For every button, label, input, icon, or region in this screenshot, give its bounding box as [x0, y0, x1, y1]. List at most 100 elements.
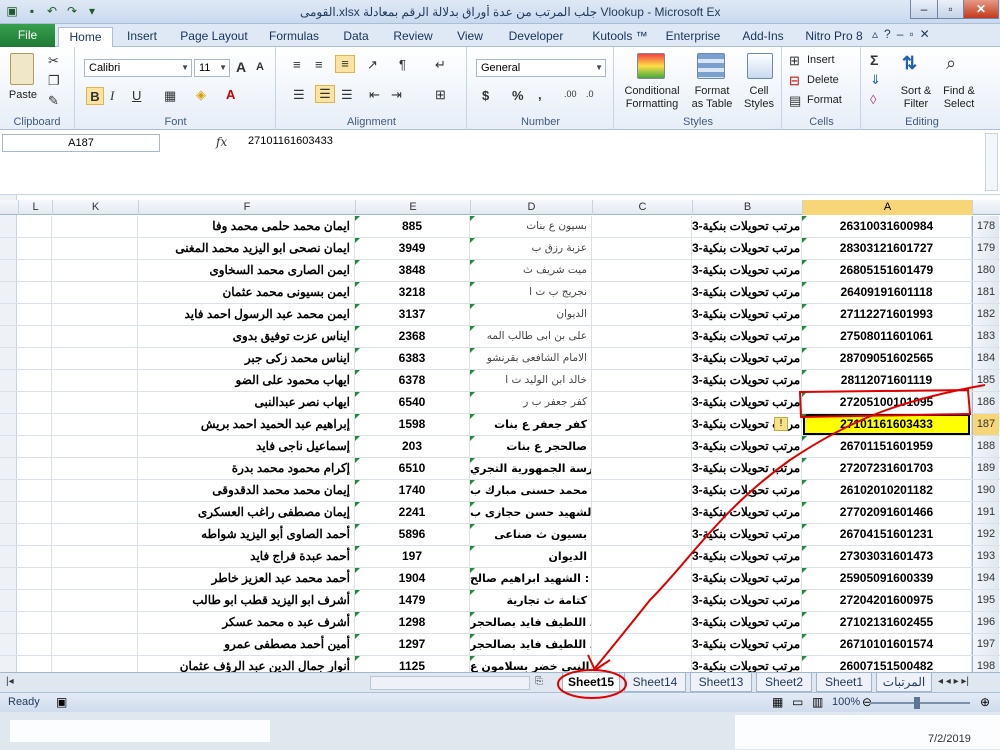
increase-indent-icon[interactable]: ⇥ [391, 87, 402, 103]
clear-icon[interactable]: ◊ [870, 92, 876, 107]
fill-color-icon[interactable]: ◈ [196, 87, 206, 103]
merge-center-icon[interactable]: ⊞ [435, 87, 446, 103]
cell-l[interactable] [18, 502, 52, 523]
cell-c[interactable] [592, 238, 692, 259]
row-header[interactable]: 188 [972, 436, 999, 457]
tab-page-layout[interactable]: Page Layout [174, 27, 254, 47]
column-header-k[interactable]: K [52, 200, 138, 215]
cell-f[interactable]: إيمان مصطفى راغب العسكرى [138, 502, 355, 523]
cell-b[interactable]: 3-مرتب تحويلات بنكية [692, 282, 802, 303]
cell-b[interactable]: 3-مرتب تحويلات بنكية [692, 634, 802, 655]
delete-cells-icon[interactable]: ⊟ [789, 73, 800, 89]
formula-bar-expand[interactable] [985, 133, 998, 191]
row-header[interactable]: 191 [972, 502, 999, 523]
conditional-formatting-button[interactable]: Conditional [617, 85, 687, 97]
zoom-level[interactable]: 100% [832, 696, 860, 708]
cell-a[interactable]: 26805151601479 [802, 260, 972, 281]
cell-d[interactable]: عبد اللطيف فايد بصالحجر [470, 634, 592, 655]
tab-data[interactable]: Data [336, 27, 376, 47]
cell-e[interactable]: 6540 [355, 392, 470, 413]
close-button[interactable]: ✕ [963, 0, 999, 19]
cell-c[interactable] [592, 282, 692, 303]
row-header[interactable]: 183 [972, 326, 999, 347]
row-header[interactable]: 182 [972, 304, 999, 325]
cell-e[interactable]: 1904 [355, 568, 470, 589]
maximize-button[interactable]: ▫ [937, 0, 964, 19]
cell-e[interactable]: 1598 [355, 414, 470, 435]
cell-d[interactable]: صالحجر ع بنات [470, 436, 592, 457]
cell-d[interactable]: على بن ابى طالب المه [470, 326, 592, 347]
cell-l[interactable] [18, 282, 52, 303]
cell-c[interactable] [592, 524, 692, 545]
currency-button[interactable]: $ [482, 88, 489, 103]
row-header[interactable]: 189 [972, 458, 999, 479]
cell-f[interactable]: ايمن محمد عبد الرسول احمد فايد [138, 304, 355, 325]
cell-b[interactable]: 3-مرتب تحويلات بنكية [692, 502, 802, 523]
cell-c[interactable] [592, 414, 692, 435]
cell-k[interactable] [52, 216, 138, 237]
cell-l[interactable] [18, 480, 52, 501]
save-icon[interactable]: ▪ [24, 3, 40, 19]
cell-f[interactable]: ايمن بسيونى محمد عثمان [138, 282, 355, 303]
doc-close-icon[interactable]: ✕ [920, 27, 930, 41]
error-warning-icon[interactable]: ! [774, 417, 788, 431]
sheet-tab-salaries[interactable]: المرتبات [876, 673, 932, 692]
row-header[interactable]: 181 [972, 282, 999, 303]
cell-c[interactable] [592, 634, 692, 655]
cell-a[interactable]: 28303121601727 [802, 238, 972, 259]
cell-d[interactable]: كتامة ث تجارية [470, 590, 592, 611]
cell-c[interactable] [592, 568, 692, 589]
cell-a[interactable]: 27204201600975 [802, 590, 972, 611]
tab-view[interactable]: View [448, 27, 492, 47]
cell-b[interactable]: 3-مرتب تحويلات بنكية [692, 656, 802, 672]
cell-b[interactable]: 3-مرتب تحويلات بنكية [692, 348, 802, 369]
align-middle-icon[interactable]: ≡ [315, 57, 323, 72]
column-header-b[interactable]: B [692, 200, 802, 215]
cell-l[interactable] [18, 414, 52, 435]
doc-minimize-icon[interactable]: – [897, 27, 904, 41]
cell-c[interactable] [592, 216, 692, 237]
tab-nitro[interactable]: Nitro Pro 8 [800, 27, 868, 47]
sheet-nav-icons[interactable]: ◂ ◂ ▸ ▸| [938, 676, 969, 687]
cell-b[interactable]: 3-مرتب تحويلات بنكية [692, 370, 802, 391]
cell-l[interactable] [18, 656, 52, 672]
cell-d[interactable]: الشهيد ابراهيم صالح : [470, 568, 592, 589]
cell-c[interactable] [592, 326, 692, 347]
format-as-table-icon[interactable] [697, 53, 725, 79]
cell-k[interactable] [52, 546, 138, 567]
autosum-icon[interactable]: Σ [870, 52, 878, 68]
cell-b[interactable]: 3-مرتب تحويلات بنكية [692, 260, 802, 281]
decrease-indent-icon[interactable]: ⇤ [369, 87, 380, 103]
cell-a[interactable]: 27508011601061 [802, 326, 972, 347]
page-layout-view-icon[interactable]: ▭ [792, 695, 803, 709]
format-cells-button[interactable]: Format [807, 94, 842, 106]
cell-f[interactable]: أشرف عبد ه محمد عسكر [138, 612, 355, 633]
cell-f[interactable]: ايهاب محمود على الضو [138, 370, 355, 391]
column-header-a[interactable]: A [802, 200, 972, 215]
wrap-text-icon[interactable]: ↵ [435, 57, 446, 73]
cell-l[interactable] [18, 326, 52, 347]
cell-k[interactable] [52, 392, 138, 413]
italic-button[interactable]: I [110, 88, 114, 104]
help-icon[interactable]: ? [884, 27, 891, 41]
cell-f[interactable]: أحمد محمد عبد العزيز خاطر [138, 568, 355, 589]
cell-a[interactable]: 26710101601574 [802, 634, 972, 655]
tab-enterprise[interactable]: Enterprise [660, 27, 726, 47]
copy-icon[interactable]: ❐ [48, 73, 60, 89]
cell-styles-button[interactable]: Cell [739, 85, 779, 97]
hscroll-left-icon[interactable]: |◂ [6, 676, 14, 687]
cell-e[interactable]: 885 [355, 216, 470, 237]
cell-a[interactable]: 27702091601466 [802, 502, 972, 523]
cell-k[interactable] [52, 326, 138, 347]
format-as-table-button[interactable]: Format [685, 85, 739, 97]
cell-a[interactable]: 28112071601119 [802, 370, 972, 391]
normal-view-icon[interactable]: ▦ [772, 695, 783, 709]
sheet-tab-sheet15[interactable]: Sheet15 [562, 673, 620, 692]
cell-e[interactable]: 1740 [355, 480, 470, 501]
shrink-font-button[interactable]: A [256, 61, 264, 73]
orientation-icon[interactable]: ↗ [367, 57, 378, 73]
cell-l[interactable] [18, 260, 52, 281]
cell-c[interactable] [592, 590, 692, 611]
cell-l[interactable] [18, 392, 52, 413]
cell-k[interactable] [52, 590, 138, 611]
